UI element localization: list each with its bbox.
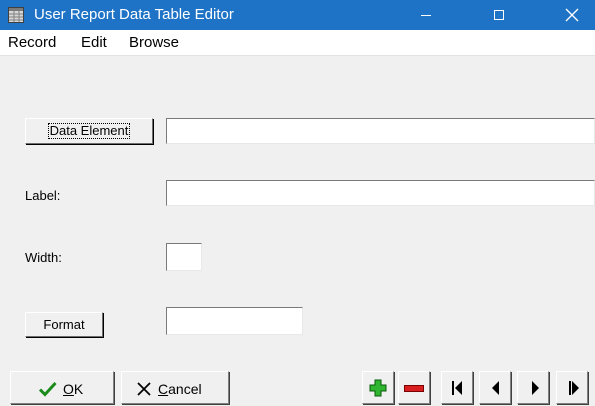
cancel-button[interactable]: Cancel <box>121 371 229 404</box>
cancel-button-label: Cancel <box>158 381 202 397</box>
previous-record-icon <box>492 381 499 395</box>
minimize-icon <box>421 15 431 16</box>
delete-record-button[interactable] <box>398 371 430 404</box>
title-bar[interactable]: User Report Data Table Editor <box>0 0 595 30</box>
menu-record[interactable]: Record <box>8 34 56 51</box>
first-record-icon <box>452 381 462 395</box>
format-button[interactable]: Format <box>25 312 103 337</box>
last-record-button[interactable] <box>556 371 588 404</box>
ok-button[interactable]: OK <box>10 371 114 404</box>
data-element-button[interactable]: Data Element <box>25 118 153 144</box>
checkmark-icon <box>39 381 57 397</box>
label-field[interactable] <box>166 180 595 206</box>
delete-record-icon <box>404 385 424 392</box>
previous-record-button[interactable] <box>479 371 511 404</box>
minimize-button[interactable] <box>403 0 449 30</box>
bottom-toolbar: OK Cancel <box>0 367 595 406</box>
close-button[interactable] <box>549 0 595 30</box>
format-button-label: Format <box>43 317 85 332</box>
menu-bar: Record Edit Browse <box>0 30 595 56</box>
label-label: Label: <box>25 188 61 203</box>
first-record-button[interactable] <box>441 371 473 404</box>
ok-button-label: OK <box>63 381 84 397</box>
data-element-button-label: Data Element <box>47 123 131 139</box>
width-field[interactable] <box>166 243 202 271</box>
add-record-button[interactable] <box>362 371 394 404</box>
next-record-button[interactable] <box>517 371 549 404</box>
last-record-icon <box>569 381 579 395</box>
maximize-button[interactable] <box>476 0 522 30</box>
menu-edit[interactable]: Edit <box>81 34 107 51</box>
close-icon <box>565 8 579 22</box>
app-icon <box>8 7 24 23</box>
maximize-icon <box>494 10 504 20</box>
data-element-field[interactable] <box>166 118 595 144</box>
width-label: Width: <box>25 250 62 265</box>
add-record-icon <box>369 379 387 397</box>
next-record-icon <box>532 381 539 395</box>
format-field[interactable] <box>166 307 303 335</box>
menu-browse[interactable]: Browse <box>129 34 179 51</box>
x-icon <box>137 382 151 396</box>
window-title: User Report Data Table Editor <box>34 6 234 23</box>
